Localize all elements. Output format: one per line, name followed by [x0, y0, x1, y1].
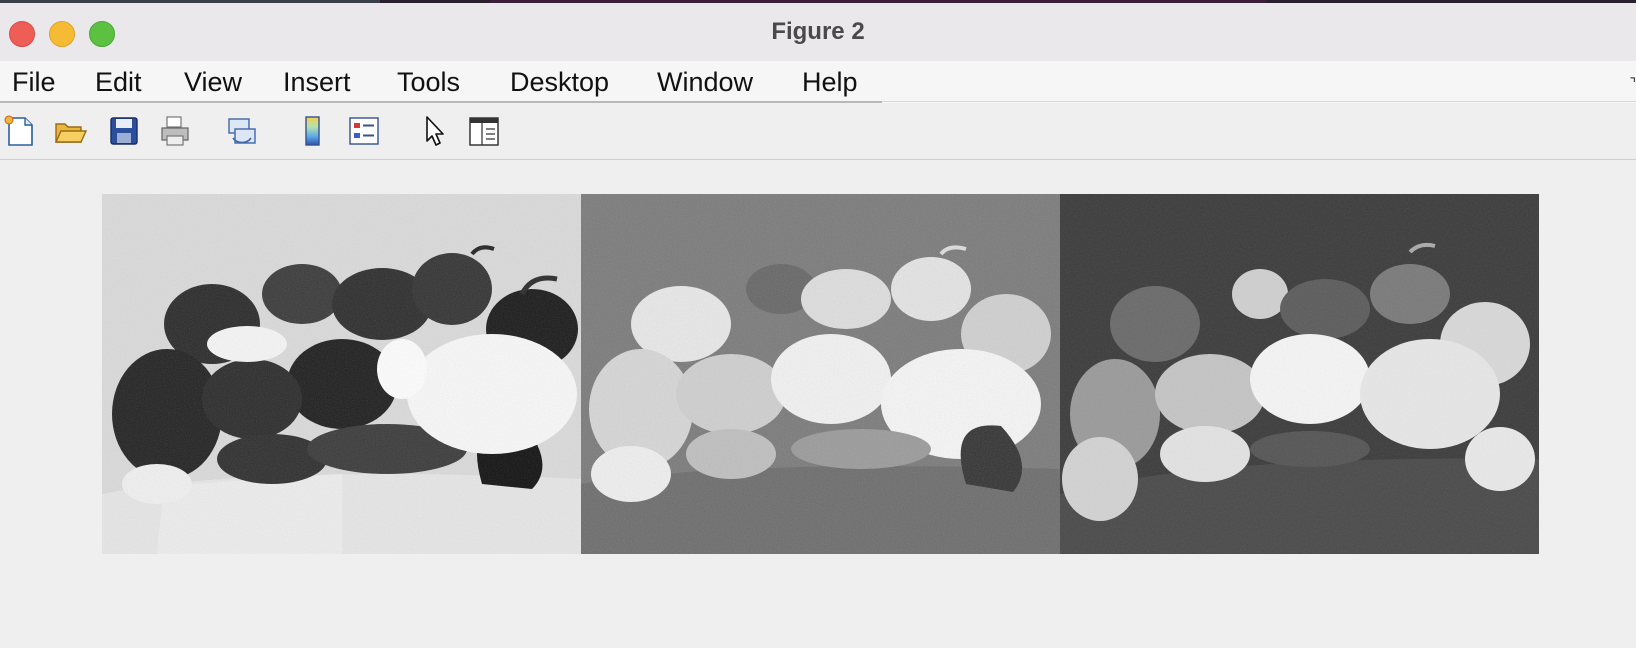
menu-window[interactable]: Window: [657, 61, 753, 101]
menu-desktop[interactable]: Desktop: [510, 61, 609, 101]
colorbar-icon[interactable]: [296, 114, 330, 148]
print-icon[interactable]: [158, 114, 192, 148]
edit-plot-pointer-icon[interactable]: [418, 114, 452, 148]
link-plot-icon[interactable]: [225, 114, 259, 148]
image-panel-saturation[interactable]: [581, 194, 1060, 554]
toolbar-toggle-icon[interactable]: ⌝: [1629, 75, 1636, 92]
menu-file[interactable]: File: [12, 61, 56, 101]
property-inspector-icon[interactable]: [467, 114, 501, 148]
menu-tools[interactable]: Tools: [397, 61, 460, 101]
image-panel-value[interactable]: [1060, 194, 1539, 554]
menu-view[interactable]: View: [184, 61, 242, 101]
window-title: Figure 2: [771, 18, 865, 45]
legend-icon[interactable]: [347, 114, 381, 148]
menu-help[interactable]: Help: [802, 61, 858, 101]
save-icon[interactable]: [107, 114, 141, 148]
menu-divider-right: [882, 101, 1636, 102]
menu-edit[interactable]: Edit: [95, 61, 142, 101]
title-bar[interactable]: Figure 2: [0, 3, 1636, 62]
new-figure-icon[interactable]: [3, 114, 37, 148]
image-panel-hue[interactable]: [102, 194, 581, 554]
menu-bar: File Edit View Insert Tools Desktop Wind…: [0, 61, 1636, 103]
figure-toolbar: [0, 103, 1636, 160]
menu-insert[interactable]: Insert: [283, 61, 351, 101]
open-file-icon[interactable]: [53, 114, 88, 148]
